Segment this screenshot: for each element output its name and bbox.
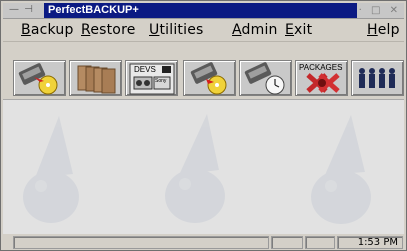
menu-utilities-mnemonic: U	[149, 22, 160, 38]
menu-help[interactable]: Help	[367, 22, 400, 38]
window-menu-icon[interactable]: — ⊣	[9, 4, 34, 15]
menu-backup[interactable]: Backup	[21, 22, 74, 38]
schedule-button[interactable]	[239, 60, 292, 96]
users-icon	[359, 68, 395, 88]
status-time: 1:53 PM	[337, 236, 403, 249]
tape-cd-icon	[190, 62, 227, 95]
menu-admin-mnemonic: A	[232, 22, 242, 38]
restore-tape-to-disk-button[interactable]	[183, 60, 236, 96]
files-button[interactable]	[69, 60, 122, 96]
devices-icon: DEVS Sony	[129, 63, 175, 95]
maximize-icon[interactable]: □	[371, 5, 380, 16]
packages-icon: PACKAGES	[299, 63, 342, 93]
menu-restore-mnemonic: R	[81, 22, 91, 38]
packages-button[interactable]: PACKAGES	[295, 60, 348, 96]
packages-label: PACKAGES	[299, 63, 342, 72]
statusbar: 1:53 PM	[3, 235, 404, 250]
backup-tape-to-disk-button[interactable]	[13, 60, 66, 96]
minimize-icon[interactable]: ·	[359, 5, 362, 16]
close-icon[interactable]: ✕	[390, 5, 398, 16]
status-main	[13, 236, 269, 249]
menu-help-mnemonic: H	[367, 22, 378, 38]
menu-backup-mnemonic: B	[21, 22, 31, 38]
menu-exit[interactable]: Exit	[285, 22, 312, 38]
menu-exit-mnemonic: E	[285, 22, 295, 38]
devices-label: DEVS	[134, 65, 156, 74]
menu-utilities[interactable]: Utilities	[149, 22, 204, 38]
menu-restore[interactable]: Restore	[81, 22, 136, 38]
app-window: — ⊣ PerfectBACKUP+ · □ ✕ Backup Restore …	[0, 0, 407, 251]
window-controls: · □ ✕	[353, 3, 398, 18]
menu-exit-label-rest: xit	[294, 22, 313, 38]
tape-clock-icon	[244, 62, 285, 95]
wallpaper-watermark	[23, 114, 371, 224]
toolbar: DEVS Sony PACKAGES	[3, 42, 404, 96]
main-workspace	[3, 99, 404, 234]
devices-sublabel: Sony	[155, 78, 167, 84]
menu-backup-label-rest: ackup	[30, 22, 74, 38]
menu-restore-label-rest: estore	[90, 22, 136, 38]
menubar: Backup Restore Utilities Admin Exit Help	[3, 19, 404, 42]
menu-admin-label-rest: dmin	[241, 22, 278, 38]
users-button[interactable]	[351, 60, 404, 96]
menu-utilities-label-rest: tilities	[159, 22, 204, 38]
tape-cd-icon	[18, 63, 58, 95]
status-cell-3	[305, 236, 335, 249]
status-cell-2	[271, 236, 303, 249]
menu-help-label-rest: elp	[377, 22, 400, 38]
menu-admin[interactable]: Admin	[232, 22, 278, 38]
titlebar: — ⊣ PerfectBACKUP+ · □ ✕	[3, 3, 404, 19]
devices-button[interactable]: DEVS Sony	[125, 60, 178, 96]
folders-icon	[77, 65, 116, 94]
window-title: PerfectBACKUP+	[44, 3, 357, 18]
